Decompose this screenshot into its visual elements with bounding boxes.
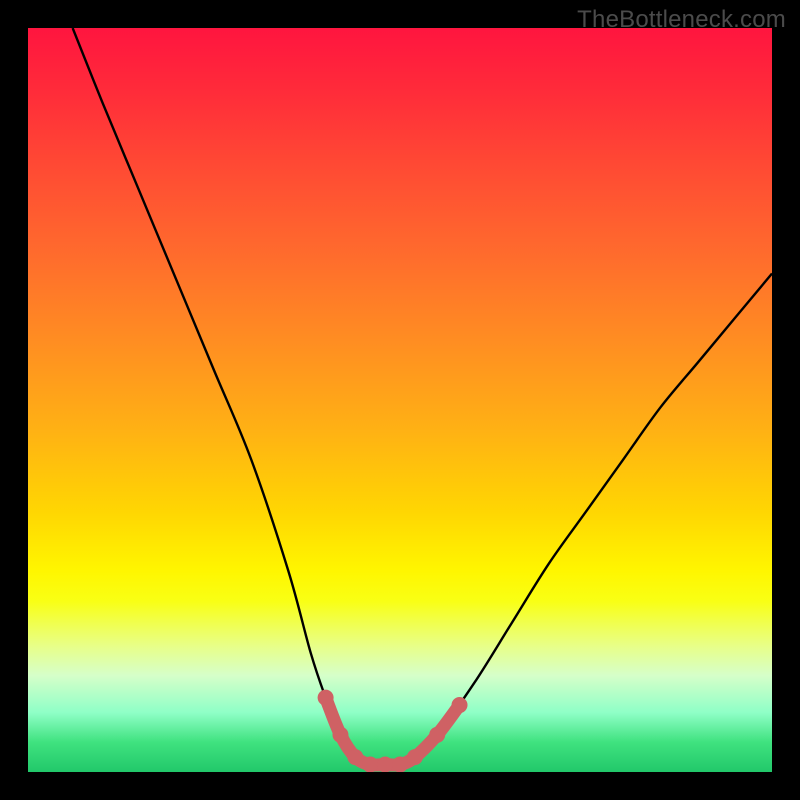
highlight-marker xyxy=(362,757,378,772)
highlight-marker xyxy=(377,757,393,772)
highlight-marker xyxy=(347,749,363,765)
highlight-marker xyxy=(318,690,334,706)
plot-area xyxy=(28,28,772,772)
curve-layer xyxy=(28,28,772,772)
highlight-marker xyxy=(429,727,445,743)
chart-frame: TheBottleneck.com xyxy=(0,0,800,800)
highlight-marker xyxy=(407,749,423,765)
highlight-marker xyxy=(452,697,468,713)
highlight-marker xyxy=(392,757,408,772)
watermark-text: TheBottleneck.com xyxy=(577,6,786,34)
bottleneck-curve xyxy=(73,28,772,765)
highlight-marker xyxy=(332,727,348,743)
highlighted-bottom xyxy=(318,690,468,772)
